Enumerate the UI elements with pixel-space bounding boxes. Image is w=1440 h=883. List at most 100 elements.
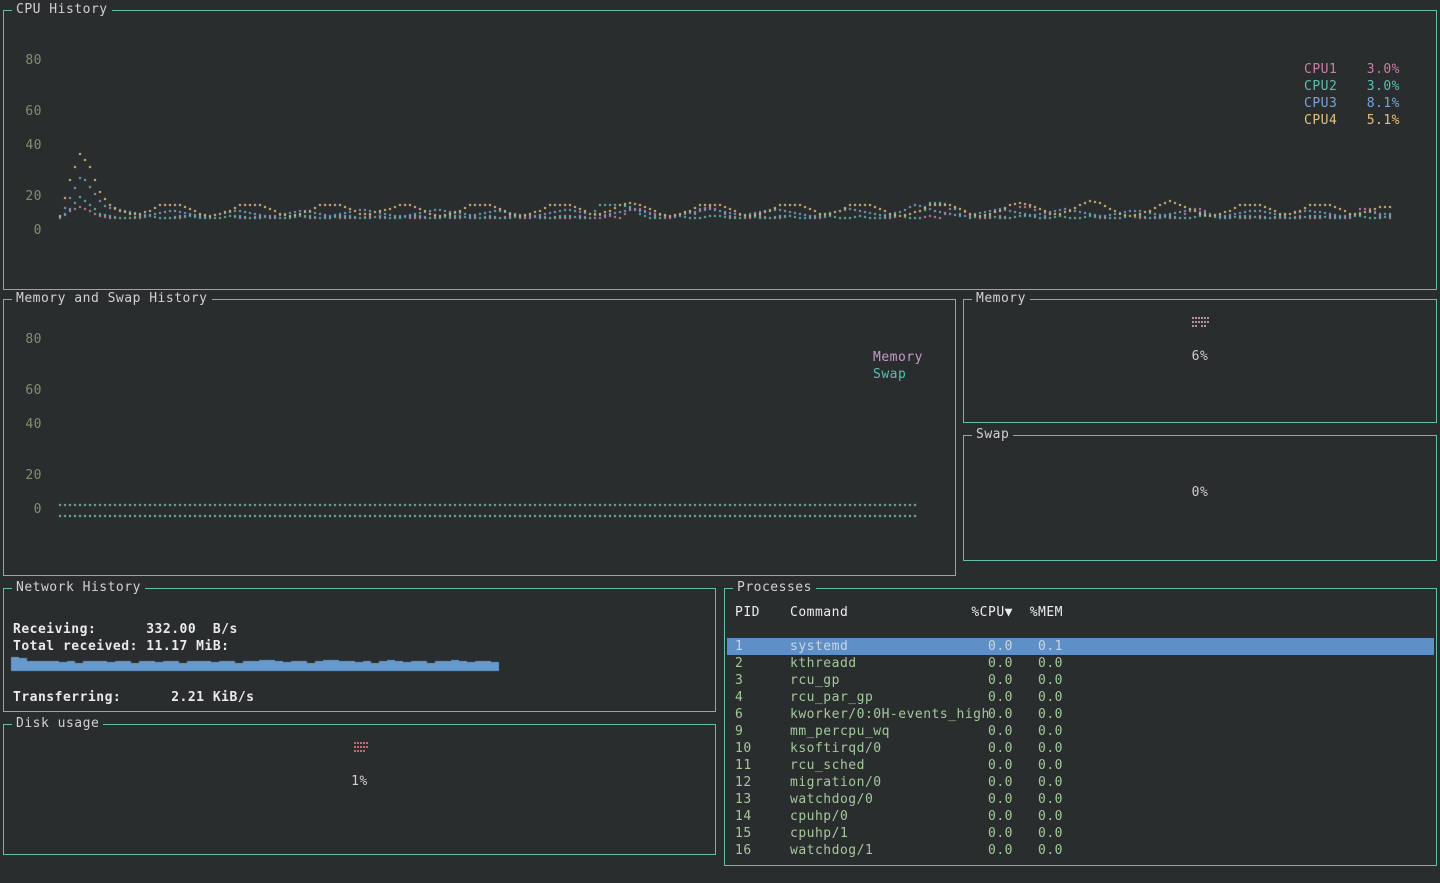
gauge-dot (354, 746, 356, 748)
process-mem: 0.0 (1013, 757, 1063, 774)
gauge-dot (1201, 325, 1203, 327)
memory-title: Memory (972, 291, 1030, 306)
cpu-legend-label: CPU4 (1304, 112, 1348, 129)
process-command: watchdog/1 (790, 842, 968, 859)
process-mem: 0.0 (1013, 774, 1063, 791)
process-table-header: PID Command %CPU▼ %MEM (727, 604, 1434, 621)
header-cpu-sort[interactable]: %CPU▼ (968, 604, 1013, 621)
memory-gauge-icon (1192, 317, 1210, 329)
network-receiving-line: Receiving: 332.00 B/s (13, 621, 238, 638)
gauge-dot (1207, 321, 1209, 323)
gauge-dot (357, 750, 359, 752)
process-command: watchdog/0 (790, 791, 968, 808)
process-cpu: 0.0 (968, 689, 1013, 706)
process-row[interactable]: 6kworker/0:0H-events_high0.00.0 (727, 706, 1434, 723)
gauge-dot (1192, 321, 1194, 323)
process-pid: 14 (735, 808, 790, 825)
cpu-legend-value: 8.1% (1348, 95, 1400, 112)
gauge-dot-row (354, 750, 369, 754)
process-mem: 0.0 (1013, 672, 1063, 689)
process-pid: 2 (735, 655, 790, 672)
mem-swap-history-chart (4, 300, 955, 575)
process-command: cpuhp/1 (790, 825, 968, 842)
process-row[interactable]: 4rcu_par_gp0.00.0 (727, 689, 1434, 706)
gauge-dot (363, 746, 365, 748)
mem-swap-history-panel: Memory and Swap History 80 60 40 20 0 Me… (3, 299, 956, 576)
swap-percent: 0% (964, 485, 1436, 500)
process-pid: 6 (735, 706, 790, 723)
process-row[interactable]: 10ksoftirqd/00.00.0 (727, 740, 1434, 757)
cpu-history-panel: CPU History 80 60 40 20 0 CPU13.0%CPU23.… (3, 10, 1437, 290)
process-row[interactable]: 2kthreadd0.00.0 (727, 655, 1434, 672)
process-pid: 9 (735, 723, 790, 740)
cpu-legend-value: 3.0% (1348, 78, 1400, 95)
system-monitor-screen: CPU History 80 60 40 20 0 CPU13.0%CPU23.… (0, 0, 1440, 883)
process-mem: 0.0 (1013, 791, 1063, 808)
process-row[interactable]: 12migration/00.00.0 (727, 774, 1434, 791)
cpu-legend-row: CPU45.1% (1304, 112, 1400, 129)
cpu-legend-value: 3.0% (1348, 61, 1400, 78)
process-command: ksoftirqd/0 (790, 740, 968, 757)
gauge-dot (1204, 321, 1206, 323)
gauge-gap (366, 750, 368, 752)
gauge-dot (366, 742, 368, 744)
gauge-dot (357, 746, 359, 748)
mem-legend-row: Swap (873, 366, 923, 383)
process-pid: 3 (735, 672, 790, 689)
gauge-dot (1204, 317, 1206, 319)
process-mem: 0.0 (1013, 655, 1063, 672)
process-mem: 0.0 (1013, 808, 1063, 825)
process-cpu: 0.0 (968, 791, 1013, 808)
gauge-dot (357, 742, 359, 744)
header-command[interactable]: Command (790, 604, 968, 621)
header-mem[interactable]: %MEM (1013, 604, 1063, 621)
process-command: kthreadd (790, 655, 968, 672)
process-cpu: 0.0 (968, 638, 1013, 655)
process-row[interactable]: 9mm_percpu_wq0.00.0 (727, 723, 1434, 740)
cpu-legend-label: CPU1 (1304, 61, 1348, 78)
process-mem: 0.1 (1013, 638, 1063, 655)
cpu-legend-row: CPU38.1% (1304, 95, 1400, 112)
process-command: migration/0 (790, 774, 968, 791)
memory-panel: Memory 6% (963, 299, 1437, 423)
gauge-dot (354, 742, 356, 744)
process-cpu: 0.0 (968, 672, 1013, 689)
process-row[interactable]: 3rcu_gp0.00.0 (727, 672, 1434, 689)
process-mem: 0.0 (1013, 842, 1063, 859)
mem-swap-legend: MemorySwap (873, 349, 923, 383)
process-cpu: 0.0 (968, 774, 1013, 791)
gauge-dot (366, 746, 368, 748)
process-row[interactable]: 11rcu_sched0.00.0 (727, 757, 1434, 774)
process-row[interactable]: 16watchdog/10.00.0 (727, 842, 1434, 859)
gauge-dot (354, 750, 356, 752)
process-command: rcu_par_gp (790, 689, 968, 706)
process-mem: 0.0 (1013, 689, 1063, 706)
process-pid: 12 (735, 774, 790, 791)
process-cpu: 0.0 (968, 808, 1013, 825)
cpu-legend-row: CPU13.0% (1304, 61, 1400, 78)
process-cpu: 0.0 (968, 757, 1013, 774)
network-transferring-line: Transferring: 2.21 KiB/s (13, 689, 254, 706)
gauge-dot (1198, 317, 1200, 319)
process-mem: 0.0 (1013, 825, 1063, 842)
processes-panel: Processes PID Command %CPU▼ %MEM 1system… (724, 588, 1437, 866)
process-cpu: 0.0 (968, 740, 1013, 757)
header-pid[interactable]: PID (735, 604, 790, 621)
gauge-dot (1195, 317, 1197, 319)
gauge-dot (1198, 321, 1200, 323)
gauge-dot (360, 750, 362, 752)
process-row-selected[interactable]: 1systemd0.00.1 (727, 638, 1434, 655)
process-command: rcu_gp (790, 672, 968, 689)
gauge-dot-row (1192, 325, 1210, 329)
process-mem: 0.0 (1013, 723, 1063, 740)
process-command: mm_percpu_wq (790, 723, 968, 740)
cpu-legend-label: CPU2 (1304, 78, 1348, 95)
gauge-dot (363, 750, 365, 752)
process-row[interactable]: 13watchdog/00.00.0 (727, 791, 1434, 808)
disk-gauge-icon (354, 742, 369, 754)
process-row[interactable]: 15cpuhp/10.00.0 (727, 825, 1434, 842)
process-row[interactable]: 14cpuhp/00.00.0 (727, 808, 1434, 825)
gauge-dot (1204, 325, 1206, 327)
gauge-dot (1207, 317, 1209, 319)
process-pid: 15 (735, 825, 790, 842)
